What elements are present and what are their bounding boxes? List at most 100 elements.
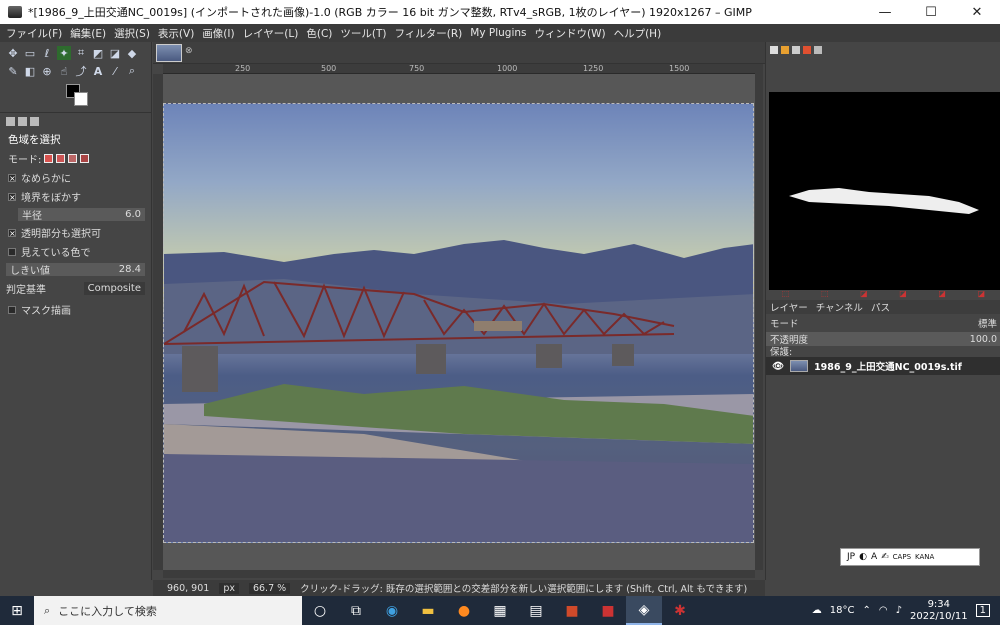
device-status-tab-icon[interactable]	[18, 117, 27, 126]
app-icon[interactable]: ✱	[662, 596, 698, 625]
clock[interactable]: 9:34 2022/10/11	[910, 599, 968, 623]
mode-intersect-icon[interactable]	[80, 154, 90, 163]
horizontal-scrollbar[interactable]	[163, 570, 755, 578]
menu-layer[interactable]: レイヤー(L)	[243, 26, 299, 41]
dock-tab-icon[interactable]	[770, 46, 778, 54]
opacity-value[interactable]: 100.0	[970, 334, 997, 345]
tab-paths[interactable]: パス	[871, 300, 890, 314]
crop-tool-icon[interactable]: ⌗	[74, 46, 88, 60]
fg-bg-colors[interactable]	[66, 84, 90, 108]
menu-view[interactable]: 表示(V)	[158, 26, 194, 41]
ime-lang[interactable]: JP	[847, 552, 855, 562]
rect-select-tool-icon[interactable]: ▭	[23, 46, 37, 60]
antialias-checkbox[interactable]: × なめらかに	[0, 168, 151, 187]
powerpoint-icon[interactable]: ■	[554, 596, 590, 625]
fuzzy-select-tool-icon[interactable]: ✦	[57, 46, 71, 60]
mode-replace-icon[interactable]	[44, 154, 54, 163]
app-icon[interactable]: ▤	[518, 596, 554, 625]
ime-tools-icon[interactable]: ✍	[881, 552, 889, 562]
paintbrush-tool-icon[interactable]: ✎	[6, 64, 20, 78]
windows-start-icon[interactable]: ⊞	[0, 596, 34, 625]
cortana-icon[interactable]: ○	[302, 596, 338, 625]
notifications-icon[interactable]: 1	[975, 604, 990, 617]
selection-icon[interactable]: ⬚	[782, 289, 790, 298]
feather-checkbox[interactable]: × 境界をぼかす	[0, 187, 151, 206]
file-explorer-icon[interactable]: ▬	[410, 596, 446, 625]
mode-add-icon[interactable]	[56, 154, 66, 163]
selection-icon[interactable]: ◪	[978, 289, 986, 298]
threshold-spinner[interactable]: しきい値 28.4	[6, 263, 145, 277]
taskbar-search[interactable]: ⌕ ここに入力して検索	[34, 596, 302, 625]
path-tool-icon[interactable]: ⤴	[74, 64, 88, 78]
menu-select[interactable]: 選択(S)	[114, 26, 150, 41]
image-canvas[interactable]	[163, 103, 754, 543]
clone-tool-icon[interactable]: ⊕	[40, 64, 54, 78]
criterion-select[interactable]: Composite	[83, 281, 145, 295]
selection-icon[interactable]: ⬚	[821, 289, 829, 298]
menu-my-plugins[interactable]: My Plugins	[470, 27, 526, 39]
mode-subtract-icon[interactable]	[68, 154, 78, 163]
maximize-button[interactable]: ☐	[908, 0, 954, 24]
tab-layers[interactable]: レイヤー	[770, 300, 808, 314]
color-picker-tool-icon[interactable]: ⁄	[108, 64, 122, 78]
radius-value[interactable]: 6.0	[125, 209, 141, 220]
app-icon[interactable]: ■	[590, 596, 626, 625]
menu-windows[interactable]: ウィンドウ(W)	[535, 26, 606, 41]
firefox-icon[interactable]: ●	[446, 596, 482, 625]
volume-icon[interactable]: ♪	[896, 605, 902, 616]
smudge-tool-icon[interactable]: ☝	[57, 64, 71, 78]
menu-colors[interactable]: 色(C)	[306, 26, 332, 41]
text-tool-icon[interactable]: A	[91, 64, 105, 78]
unit-select[interactable]: px	[219, 582, 239, 594]
layer-name[interactable]: 1986_9_上田交通NC_0019s.tif	[814, 359, 962, 373]
weather-icon[interactable]: ☁	[812, 605, 822, 616]
close-tab-icon[interactable]: ⊗	[185, 46, 193, 56]
bucket-fill-tool-icon[interactable]: ◆	[125, 46, 139, 60]
tab-channels[interactable]: チャンネル	[816, 300, 863, 314]
ime-mode-icon[interactable]: ◐	[859, 552, 867, 562]
sample-merged-checkbox[interactable]: 見えている色で	[0, 242, 151, 261]
layer-row[interactable]: 👁 1986_9_上田交通NC_0019s.tif	[766, 357, 1000, 375]
gimp-taskbar-icon[interactable]: ◈	[626, 596, 662, 625]
vertical-scrollbar[interactable]	[755, 64, 763, 570]
tool-options-tab-icon[interactable]	[6, 117, 15, 126]
menu-tools[interactable]: ツール(T)	[340, 26, 386, 41]
selection-icon[interactable]: ◪	[938, 289, 946, 298]
close-button[interactable]: ✕	[954, 0, 1000, 24]
edge-icon[interactable]: ◉	[374, 596, 410, 625]
menu-edit[interactable]: 編集(E)	[70, 26, 106, 41]
zoom-select[interactable]: 66.7 %	[248, 582, 291, 594]
unified-transform-tool-icon[interactable]: ◩	[91, 46, 105, 60]
tray-chevron-icon[interactable]: ⌃	[862, 605, 870, 616]
dock-tab-icon[interactable]	[814, 46, 822, 54]
store-icon[interactable]: ▦	[482, 596, 518, 625]
minimize-button[interactable]: —	[862, 0, 908, 24]
menu-image[interactable]: 画像(I)	[202, 26, 234, 41]
eraser-tool-icon[interactable]: ◧	[23, 64, 37, 78]
move-tool-icon[interactable]: ✥	[6, 46, 20, 60]
dock-tab-icon[interactable]	[792, 46, 800, 54]
radius-spinner[interactable]: 半径 6.0	[18, 208, 145, 222]
weather-temp[interactable]: 18°C	[830, 605, 855, 616]
network-icon[interactable]: ◠	[879, 605, 888, 616]
dock-tab-icon[interactable]	[781, 46, 789, 54]
draw-mask-checkbox[interactable]: マスク描画	[0, 300, 151, 319]
selection-icon[interactable]: ◪	[860, 289, 868, 298]
visibility-eye-icon[interactable]: 👁	[772, 361, 784, 372]
zoom-tool-icon[interactable]: ⌕	[125, 64, 139, 78]
background-color[interactable]	[74, 92, 88, 106]
task-view-icon[interactable]: ⧉	[338, 596, 374, 625]
layer-mode-select[interactable]: 標準	[978, 316, 997, 330]
image-tab-thumbnail[interactable]	[156, 44, 182, 62]
threshold-value[interactable]: 28.4	[119, 264, 141, 275]
undo-history-tab-icon[interactable]	[30, 117, 39, 126]
menu-help[interactable]: ヘルプ(H)	[614, 26, 662, 41]
menu-file[interactable]: ファイル(F)	[6, 26, 62, 41]
select-transparent-checkbox[interactable]: × 透明部分も選択可	[0, 223, 151, 242]
menu-filters[interactable]: フィルター(R)	[394, 26, 462, 41]
lasso-tool-icon[interactable]: ℓ	[40, 46, 54, 60]
selection-icon[interactable]: ◪	[899, 289, 907, 298]
warp-tool-icon[interactable]: ◪	[108, 46, 122, 60]
dock-tab-icon[interactable]	[803, 46, 811, 54]
ime-pad-icon[interactable]: A	[871, 552, 877, 562]
